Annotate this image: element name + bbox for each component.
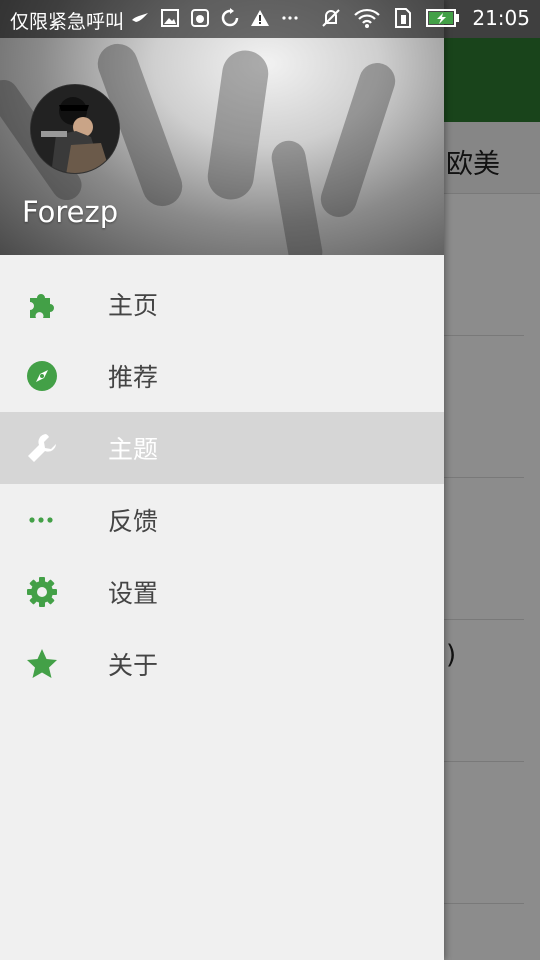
menu-item-label: 推荐 [108, 363, 159, 392]
sync-notification-icon [221, 8, 239, 27]
drawer-menu: 主页 推荐 主题 反馈 设置 关于 [0, 268, 444, 700]
wifi-icon [354, 8, 381, 28]
menu-item-label: 主页 [108, 291, 159, 320]
menu-item-label: 关于 [108, 651, 159, 680]
more-notifications-icon [282, 16, 298, 20]
menu-item-feedback[interactable]: 反馈 [0, 484, 444, 556]
more-dots-icon [29, 517, 53, 523]
puzzle-icon [30, 294, 54, 318]
warning-notification-icon [251, 10, 269, 26]
carrier-label: 仅限紧急呼叫 [10, 11, 125, 33]
gear-icon [27, 577, 57, 607]
image-notification-icon [161, 9, 179, 27]
bird-notification-icon [132, 13, 148, 22]
avatar[interactable] [30, 84, 120, 174]
compass-icon [27, 361, 57, 391]
navigation-drawer: Forezp 主页 推荐 主题 反馈 设置 关于 [0, 0, 444, 960]
menu-item-settings[interactable]: 设置 [0, 556, 444, 628]
menu-item-label: 反馈 [108, 507, 159, 536]
sim-card-icon [395, 8, 412, 28]
drawer-header: Forezp [0, 0, 444, 255]
menu-item-label: 主题 [108, 435, 159, 464]
android-notification-icon [191, 9, 209, 27]
clock: 21:05 [472, 6, 530, 30]
wrench-icon [28, 434, 56, 462]
menu-item-label: 设置 [108, 579, 159, 608]
menu-item-about[interactable]: 关于 [0, 628, 444, 700]
status-bar: 仅限紧急呼叫 21:05 [0, 0, 540, 38]
star-icon [27, 649, 57, 678]
silent-mode-icon [322, 9, 341, 27]
menu-item-home[interactable]: 主页 [0, 268, 444, 340]
battery-charging-icon [426, 9, 460, 27]
avatar-image [31, 85, 119, 173]
menu-item-theme[interactable]: 主题 [0, 412, 444, 484]
username: Forezp [22, 195, 119, 229]
menu-item-recommend[interactable]: 推荐 [0, 340, 444, 412]
